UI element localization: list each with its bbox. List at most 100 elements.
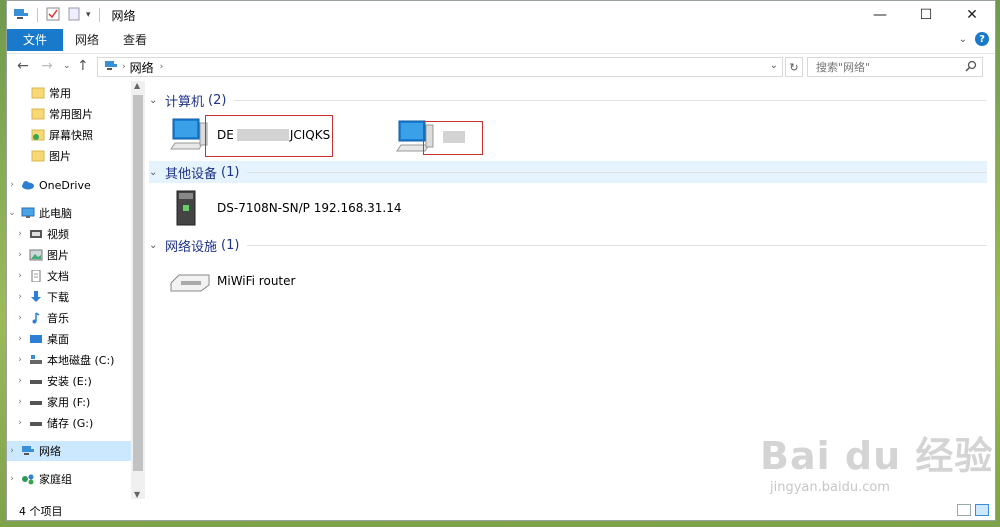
highlight-box (423, 121, 483, 155)
nav-item-network[interactable]: › 网络 (7, 441, 131, 461)
network-icon (13, 7, 29, 24)
expand-chevron-icon: › (10, 180, 14, 190)
nav-item-screenshots[interactable]: 屏幕快照 (7, 125, 131, 145)
pictures-icon (29, 249, 43, 261)
download-icon (31, 291, 41, 302)
properties-icon[interactable] (46, 7, 60, 24)
breadcrumb-separator-icon: › (122, 62, 126, 72)
drive-icon (30, 422, 42, 426)
expand-chevron-icon: › (10, 446, 14, 456)
video-icon (30, 230, 42, 238)
search-input[interactable] (814, 59, 968, 75)
expand-chevron-icon: › (18, 313, 22, 323)
tab-network[interactable]: 网络 (63, 29, 111, 51)
group-header-computers[interactable]: ⌄ 计算机 (2) (149, 89, 987, 111)
help-icon[interactable]: ? (975, 32, 989, 46)
nav-item-drive-c[interactable]: › 本地磁盘 (C:) (7, 350, 131, 370)
highlight-box (205, 115, 333, 157)
recent-locations-icon[interactable]: ⌄ (63, 61, 71, 71)
address-dropdown-icon[interactable]: ⌄ (770, 60, 778, 71)
nav-item-documents[interactable]: › 文档 (7, 266, 131, 286)
maximize-button[interactable]: ☐ (903, 1, 949, 29)
ribbon-tabs: 文件 网络 查看 ⌄ ? (7, 29, 995, 51)
nav-item-this-pc[interactable]: ⌄ 此电脑 (7, 203, 131, 223)
back-button[interactable]: ← (17, 58, 29, 74)
nav-scrollbar[interactable]: ▲ ▼ (131, 81, 145, 499)
drive-icon (30, 401, 42, 405)
server-icon (176, 190, 196, 226)
window-title: 网络 (111, 8, 136, 23)
watermark-url: jingyan.baidu.com (770, 480, 890, 495)
scroll-up-icon[interactable]: ▲ (134, 81, 140, 90)
document-icon (31, 270, 41, 282)
collapse-chevron-icon[interactable]: ⌄ (149, 95, 161, 106)
nav-item-drive-f[interactable]: › 家用 (F:) (7, 392, 131, 412)
scrollbar-thumb[interactable] (133, 95, 143, 471)
breadcrumb-chevron-icon[interactable]: › (160, 62, 164, 72)
nav-item-music[interactable]: › 音乐 (7, 308, 131, 328)
cloud-icon (22, 181, 34, 190)
drive-icon (30, 355, 42, 364)
network-icon (22, 446, 34, 455)
status-bar: 4 个项目 (7, 501, 995, 521)
scroll-down-icon[interactable]: ▼ (134, 490, 140, 499)
large-icons-view-button[interactable] (975, 504, 989, 516)
expand-chevron-icon: › (18, 292, 22, 302)
collapse-chevron-icon[interactable]: ⌄ (149, 240, 161, 251)
address-bar[interactable]: › 网络 › ⌄ (97, 57, 783, 77)
quick-access-toolbar: ▾ (13, 7, 106, 24)
navigation-pane: 常用 常用图片 屏幕快照 图片 › OneDrive ⌄ 此电脑 › 视频 › 图片 ›… (7, 81, 131, 499)
up-button[interactable]: ↑ (77, 58, 89, 74)
tab-file[interactable]: 文件 (7, 29, 64, 51)
search-box[interactable] (807, 57, 983, 77)
network-icon (104, 60, 118, 75)
drive-icon (30, 380, 42, 384)
customize-dropdown-icon[interactable]: ▾ (86, 10, 91, 20)
window-controls: — ☐ ✕ (857, 1, 995, 29)
nav-item-common[interactable]: 常用 (7, 83, 131, 103)
collapse-chevron-icon: ⌄ (8, 208, 16, 218)
refresh-button[interactable]: ↻ (785, 57, 803, 77)
nav-item-videos[interactable]: › 视频 (7, 224, 131, 244)
folder-icon (31, 87, 45, 99)
nav-item-homegroup[interactable]: › 家庭组 (7, 469, 131, 489)
item-count: 4 个项目 (19, 505, 63, 518)
expand-chevron-icon: › (18, 271, 22, 281)
group-header-other-devices[interactable]: ⌄ 其他设备 (1) (149, 161, 987, 183)
expand-chevron-icon: › (18, 376, 22, 386)
expand-chevron-icon: › (10, 474, 14, 484)
expand-ribbon-icon[interactable]: ⌄ (959, 34, 967, 45)
router-icon (170, 274, 210, 292)
nav-item-onedrive[interactable]: › OneDrive (7, 175, 131, 195)
expand-chevron-icon: › (18, 334, 22, 344)
computer-icon (21, 207, 35, 218)
baidu-watermark: Bai du 经验 (760, 434, 994, 478)
folder-icon (31, 108, 45, 120)
folder-check-icon (31, 129, 45, 141)
desktop-icon (30, 335, 42, 343)
folder-icon (31, 150, 45, 162)
expand-chevron-icon: › (18, 250, 22, 260)
homegroup-icon (22, 474, 34, 485)
nav-item-downloads[interactable]: › 下载 (7, 287, 131, 307)
nav-item-drive-e[interactable]: › 安装 (E:) (7, 371, 131, 391)
minimize-button[interactable]: — (857, 1, 903, 29)
search-icon[interactable] (965, 60, 977, 75)
forward-button[interactable]: → (41, 58, 53, 74)
tab-view[interactable]: 查看 (111, 29, 159, 51)
group-header-network-infrastructure[interactable]: ⌄ 网络设施 (1) (149, 234, 987, 256)
nav-item-desktop[interactable]: › 桌面 (7, 329, 131, 349)
device-item[interactable]: DS-7108N-SN/P 192.168.31.14 (175, 189, 402, 227)
nav-item-common-pictures[interactable]: 常用图片 (7, 104, 131, 124)
router-item[interactable]: MiWiFi router (169, 267, 295, 295)
nav-item-pictures-quick[interactable]: 图片 (7, 146, 131, 166)
close-button[interactable]: ✕ (949, 1, 995, 29)
breadcrumb[interactable]: 网络 (130, 59, 154, 76)
nav-item-drive-g[interactable]: › 储存 (G:) (7, 413, 131, 433)
new-folder-icon[interactable] (68, 7, 80, 24)
nav-item-pictures[interactable]: › 图片 (7, 245, 131, 265)
expand-chevron-icon: › (18, 355, 22, 365)
details-view-button[interactable] (957, 504, 971, 516)
navigation-bar: ← → ⌄ ↑ › 网络 › ⌄ ↻ (7, 53, 995, 80)
collapse-chevron-icon[interactable]: ⌄ (149, 167, 161, 178)
